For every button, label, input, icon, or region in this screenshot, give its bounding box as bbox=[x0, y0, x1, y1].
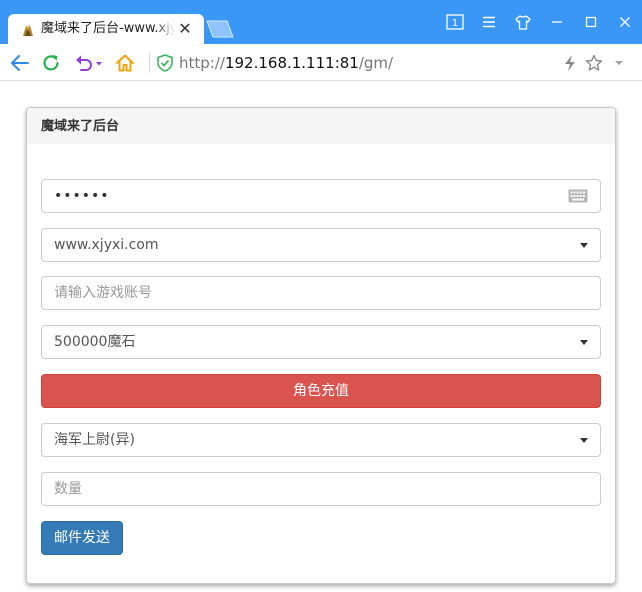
recharge-amount-select[interactable]: 500000魔石 bbox=[41, 325, 601, 359]
send-mail-button[interactable]: 邮件发送 bbox=[41, 521, 123, 555]
recharge-button[interactable]: 角色充值 bbox=[41, 374, 601, 408]
maximize-icon bbox=[585, 16, 597, 28]
menu-button[interactable] bbox=[478, 12, 500, 32]
url-path: /gm/ bbox=[358, 54, 394, 72]
maximize-button[interactable] bbox=[580, 12, 602, 32]
tab-close-icon[interactable]: ✕ bbox=[176, 20, 194, 38]
undo-icon bbox=[76, 55, 102, 71]
address-bar[interactable]: http://192.168.1.111:81/gm/ bbox=[179, 53, 393, 73]
home-icon bbox=[116, 54, 134, 72]
caret-down-icon bbox=[580, 243, 588, 248]
toolbar-separator bbox=[149, 53, 150, 73]
back-button[interactable] bbox=[9, 52, 31, 74]
arrow-left-icon bbox=[11, 55, 29, 71]
server-select-value: www.xjyxi.com bbox=[54, 237, 159, 253]
gm-panel: 魔域来了后台 •••••• www.xjyxi.com 请输入游戏账号 5000… bbox=[26, 107, 616, 584]
tab-count-button[interactable]: 1 bbox=[444, 12, 466, 32]
undo-close-tab-button[interactable] bbox=[73, 52, 105, 74]
caret-down-icon bbox=[580, 438, 588, 443]
page-content: 魔域来了后台 •••••• www.xjyxi.com 请输入游戏账号 5000… bbox=[0, 82, 642, 592]
skin-button[interactable] bbox=[512, 12, 534, 32]
shirt-skin-icon bbox=[515, 14, 531, 30]
home-button[interactable] bbox=[114, 52, 136, 74]
quantity-input[interactable]: 数量 bbox=[41, 472, 601, 506]
lightning-icon bbox=[565, 55, 575, 71]
shield-check-icon bbox=[157, 54, 173, 72]
panel-title: 魔域来了后台 bbox=[27, 108, 615, 144]
tab-title: 魔域来了后台-www.xjyxi.com bbox=[41, 21, 175, 36]
speed-mode-button[interactable] bbox=[559, 52, 581, 74]
close-icon bbox=[620, 17, 630, 27]
new-tab-button[interactable] bbox=[205, 20, 235, 38]
browser-titlebar: 魔域来了后台-www.xjyxi.com ✕ 1 bbox=[0, 0, 642, 44]
recharge-amount-value: 500000魔石 bbox=[54, 334, 136, 350]
close-window-button[interactable] bbox=[614, 12, 636, 32]
star-icon bbox=[585, 54, 603, 71]
url-host: 192.168.1.111:81 bbox=[224, 54, 359, 72]
bookmark-button[interactable] bbox=[583, 52, 605, 74]
tab-count-text: 1 bbox=[452, 18, 458, 29]
toolbar-more-dropdown[interactable] bbox=[608, 52, 630, 74]
item-select-value: 海军上尉(异) bbox=[54, 432, 135, 448]
browser-toolbar: http://192.168.1.111:81/gm/ bbox=[0, 44, 642, 81]
tab-count-icon: 1 bbox=[446, 14, 464, 30]
account-placeholder: 请输入游戏账号 bbox=[54, 285, 152, 301]
server-select[interactable]: www.xjyxi.com bbox=[41, 228, 601, 262]
account-input[interactable]: 请输入游戏账号 bbox=[41, 276, 601, 310]
url-scheme: http:// bbox=[179, 54, 225, 72]
minimize-icon bbox=[552, 21, 562, 23]
password-input[interactable]: •••••• bbox=[41, 179, 601, 213]
item-select[interactable]: 海军上尉(异) bbox=[41, 423, 601, 457]
quantity-placeholder: 数量 bbox=[54, 481, 82, 497]
refresh-icon bbox=[43, 55, 59, 71]
security-shield[interactable] bbox=[154, 52, 176, 74]
minimize-button[interactable] bbox=[546, 12, 568, 32]
keyboard-icon[interactable] bbox=[568, 188, 588, 204]
browser-tab-active[interactable]: 魔域来了后台-www.xjyxi.com ✕ bbox=[8, 14, 204, 44]
hamburger-menu-icon bbox=[483, 16, 495, 28]
password-value: •••••• bbox=[54, 188, 110, 204]
caret-down-icon bbox=[580, 340, 588, 345]
chevron-down-icon bbox=[615, 61, 623, 65]
game-favicon-icon bbox=[23, 25, 33, 36]
refresh-button[interactable] bbox=[40, 52, 62, 74]
